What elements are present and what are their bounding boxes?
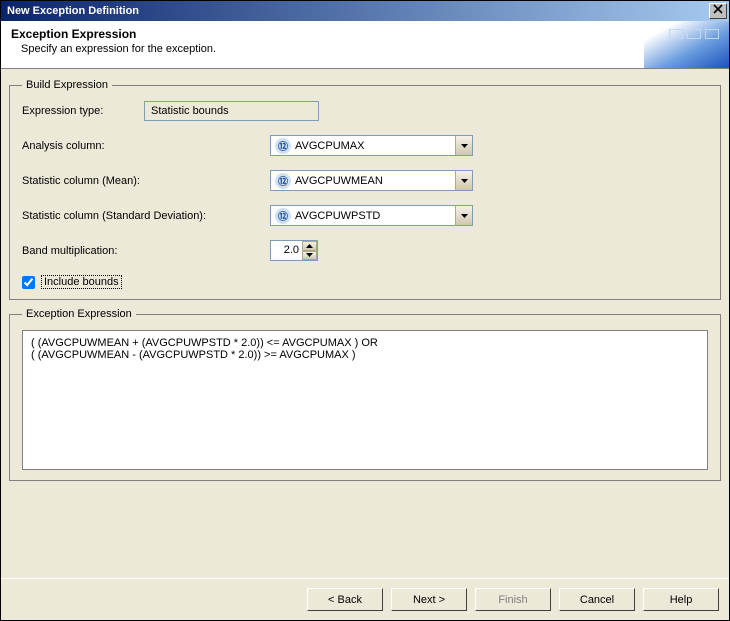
include-bounds-checkbox[interactable]	[22, 276, 35, 289]
band-multiplication-spinner[interactable]: 2.0	[270, 240, 318, 261]
band-multiplication-label: Band multiplication:	[22, 245, 270, 257]
analysis-column-combo[interactable]: ⑫ AVGCPUMAX	[270, 135, 473, 156]
stat-std-combo[interactable]: ⑫ AVGCPUWPSTD	[270, 205, 473, 226]
finish-button: Finish	[475, 588, 551, 611]
spinner-up-button[interactable]	[302, 241, 317, 251]
analysis-column-value: AVGCPUMAX	[295, 140, 455, 152]
stat-mean-icon: ⑫	[275, 173, 291, 189]
chevron-down-icon	[455, 171, 472, 190]
dialog-window: New Exception Definition Exception Expre…	[0, 0, 730, 621]
help-button[interactable]: Help	[643, 588, 719, 611]
footer: < Back Next > Finish Cancel Help	[1, 578, 729, 620]
back-button[interactable]: < Back	[307, 588, 383, 611]
exception-expression-legend: Exception Expression	[22, 308, 136, 320]
exception-expression-group: Exception Expression ( (AVGCPUWMEAN + (A…	[9, 308, 721, 481]
stat-mean-combo[interactable]: ⑫ AVGCPUWMEAN	[270, 170, 473, 191]
banner-subheading: Specify an expression for the exception.	[21, 43, 719, 55]
stat-mean-value: AVGCPUWMEAN	[295, 175, 455, 187]
expression-type-label: Expression type:	[22, 105, 144, 117]
analysis-column-icon: ⑫	[275, 138, 291, 154]
chevron-down-icon	[455, 206, 472, 225]
stat-std-icon: ⑫	[275, 208, 291, 224]
expression-type-value: Statistic bounds	[144, 101, 319, 121]
banner: Exception Expression Specify an expressi…	[1, 21, 729, 69]
cancel-button[interactable]: Cancel	[559, 588, 635, 611]
analysis-column-label: Analysis column:	[22, 140, 270, 152]
build-expression-legend: Build Expression	[22, 79, 112, 91]
exception-expression-text: ( (AVGCPUWMEAN + (AVGCPUWPSTD * 2.0)) <=…	[22, 330, 708, 470]
close-button[interactable]	[709, 3, 727, 19]
stat-std-value: AVGCPUWPSTD	[295, 210, 455, 222]
banner-decoration	[669, 29, 719, 39]
titlebar: New Exception Definition	[1, 1, 729, 21]
next-button[interactable]: Next >	[391, 588, 467, 611]
close-icon	[713, 4, 723, 14]
stat-mean-label: Statistic column (Mean):	[22, 175, 270, 187]
banner-heading: Exception Expression	[11, 27, 719, 41]
build-expression-group: Build Expression Expression type: Statis…	[9, 79, 721, 300]
band-multiplication-value: 2.0	[271, 241, 302, 260]
stat-std-label: Statistic column (Standard Deviation):	[22, 210, 270, 222]
window-title: New Exception Definition	[7, 5, 139, 17]
include-bounds-label[interactable]: Include bounds	[41, 275, 122, 289]
spinner-down-button[interactable]	[302, 251, 317, 261]
chevron-down-icon	[455, 136, 472, 155]
